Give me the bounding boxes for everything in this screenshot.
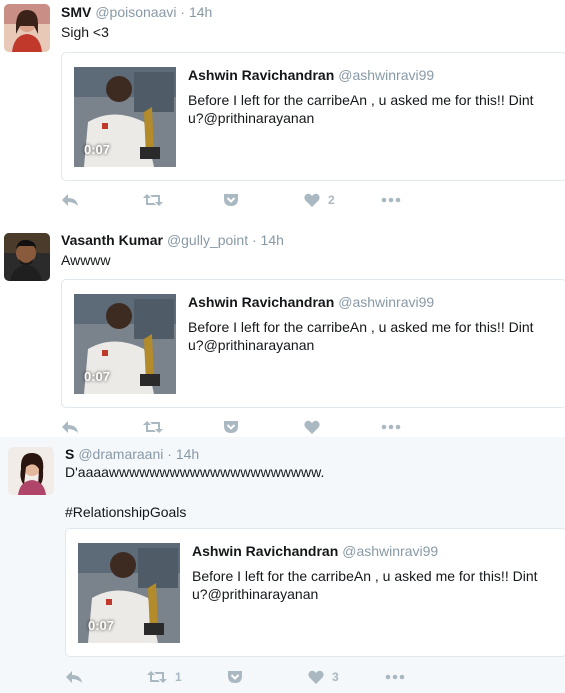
pocket-icon (228, 671, 242, 683)
quoted-tweet-text: Before I left for the carribeAn , u aske… (188, 92, 534, 126)
retweet-count: 1 (175, 670, 182, 684)
tweet-actions: 1 3 (65, 667, 545, 687)
heart-icon (304, 420, 320, 434)
quoted-tweet[interactable]: 0:07 Ashwin Ravichandran @ashwinravi99 Be… (61, 52, 565, 181)
author-name[interactable]: SMV (61, 4, 91, 20)
separator-dot: · (180, 4, 186, 20)
video-duration: 0:07 (84, 142, 111, 157)
like-count: 2 (328, 193, 335, 207)
like-button[interactable]: 2 (304, 190, 335, 210)
reply-button[interactable] (65, 667, 83, 687)
more-icon (381, 197, 401, 203)
tweet-text: D'aaaawwwwwwwwwwwwwwwwwwwww. #Relationsh… (65, 464, 325, 520)
retweet-button[interactable]: 1 (147, 667, 182, 687)
like-button[interactable] (304, 417, 328, 437)
video-thumbnail[interactable]: 0:07 (78, 543, 180, 643)
timestamp[interactable]: 14h (176, 446, 199, 462)
quoted-author-name[interactable]: Ashwin Ravichandran (188, 67, 334, 83)
quoted-author-handle[interactable]: @ashwinravi99 (338, 67, 434, 83)
retweet-icon (147, 671, 167, 683)
tweet[interactable]: S @dramaraani · 14h D'aaaawwwwwwwwwwwwwww… (0, 437, 565, 693)
tweet[interactable]: SMV @poisonaavi · 14h Sigh <3 0:07 Ashwin… (0, 0, 565, 220)
video-thumbnail[interactable]: 0:07 (74, 294, 176, 394)
timestamp[interactable]: 14h (261, 232, 284, 248)
tweet[interactable]: Vasanth Kumar @gully_point · 14h Awwww 0:… (0, 219, 565, 438)
more-button[interactable] (385, 667, 405, 687)
quoted-tweet-text: Before I left for the carribeAn , u aske… (192, 568, 538, 602)
reply-button[interactable] (61, 417, 79, 437)
author-handle[interactable]: @dramaraani (78, 446, 163, 462)
more-icon (381, 424, 401, 430)
more-button[interactable] (381, 417, 401, 437)
user-avatar-icon (8, 447, 54, 495)
user-avatar-icon (4, 233, 50, 281)
pocket-icon (224, 421, 238, 433)
heart-icon (308, 670, 324, 684)
retweet-icon (143, 194, 163, 206)
more-icon (385, 674, 405, 680)
quoted-tweet[interactable]: 0:07 Ashwin Ravichandran @ashwinravi99 Be… (61, 279, 565, 408)
quoted-author-name[interactable]: Ashwin Ravichandran (188, 294, 334, 310)
reply-icon (66, 671, 82, 683)
quoted-author-handle[interactable]: @ashwinravi99 (338, 294, 434, 310)
quoted-author-handle[interactable]: @ashwinravi99 (342, 543, 438, 559)
pocket-button[interactable] (227, 667, 243, 687)
quoted-author-name[interactable]: Ashwin Ravichandran (192, 543, 338, 559)
pocket-button[interactable] (223, 417, 239, 437)
tweet-actions: 2 (61, 190, 541, 210)
tweet-actions (61, 417, 541, 437)
avatar[interactable] (4, 4, 50, 52)
like-count: 3 (332, 670, 339, 684)
separator-dot: · (167, 446, 172, 462)
retweet-button[interactable] (143, 417, 171, 437)
tweet-text: Awwww (61, 252, 111, 268)
video-duration: 0:07 (88, 618, 115, 633)
video-thumbnail[interactable]: 0:07 (74, 67, 176, 167)
quoted-tweet[interactable]: 0:07 Ashwin Ravichandran @ashwinravi99 Be… (65, 528, 565, 657)
separator-dot: · (251, 232, 257, 248)
heart-icon (304, 193, 320, 207)
avatar[interactable] (8, 447, 54, 495)
author-handle[interactable]: @gully_point (167, 232, 248, 248)
video-duration: 0:07 (84, 369, 111, 384)
like-button[interactable]: 3 (308, 667, 339, 687)
avatar[interactable] (4, 233, 50, 281)
tweet-text: Sigh <3 (61, 24, 109, 40)
reply-button[interactable] (61, 190, 79, 210)
author-handle[interactable]: @poisonaavi (95, 4, 176, 20)
reply-icon (62, 194, 78, 206)
author-name[interactable]: Vasanth Kumar (61, 232, 163, 248)
pocket-button[interactable] (223, 190, 239, 210)
author-name[interactable]: S (65, 446, 74, 462)
user-avatar-icon (4, 4, 50, 52)
quoted-tweet-text: Before I left for the carribeAn , u aske… (188, 319, 534, 353)
retweet-icon (143, 421, 163, 433)
pocket-icon (224, 194, 238, 206)
timestamp[interactable]: 14h (189, 4, 212, 20)
retweet-button[interactable] (143, 190, 171, 210)
reply-icon (62, 421, 78, 433)
more-button[interactable] (381, 190, 401, 210)
